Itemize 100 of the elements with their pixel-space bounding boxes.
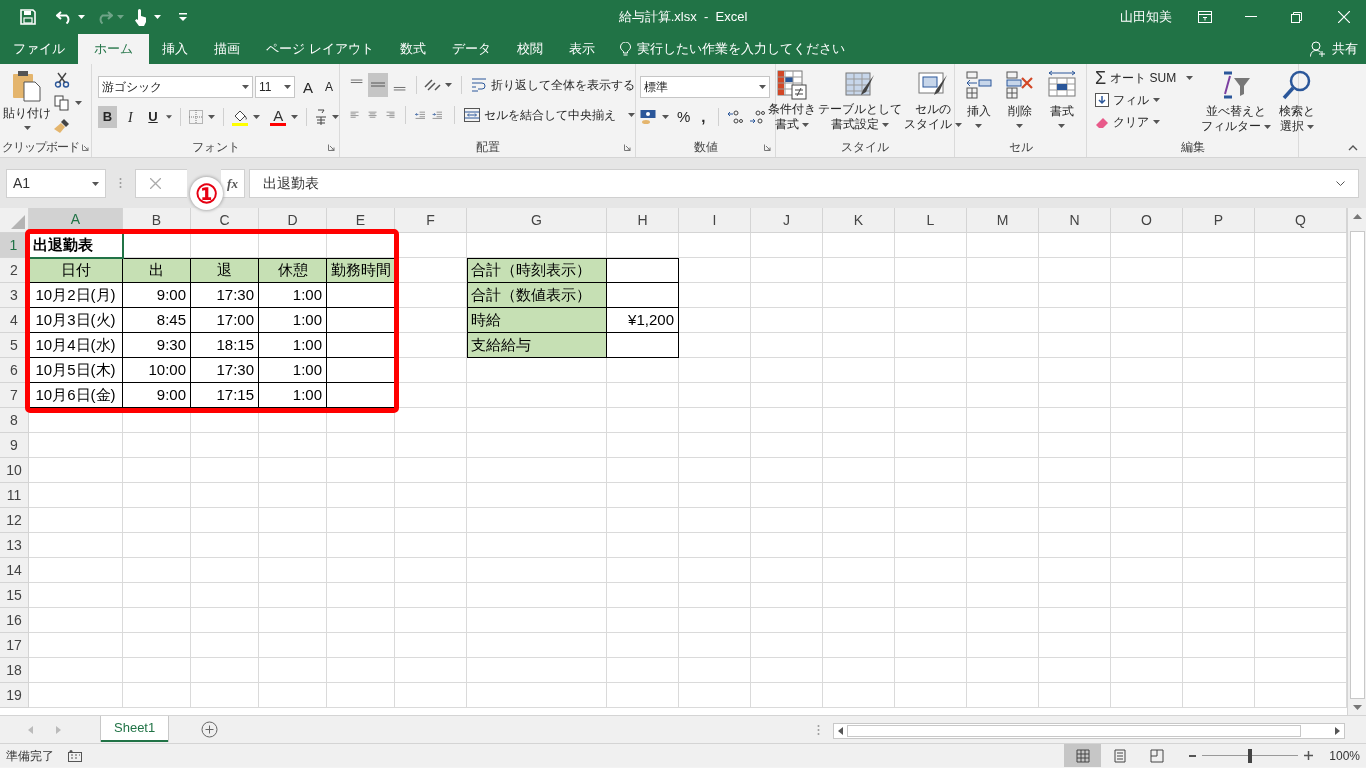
row-header[interactable]: 17 <box>0 633 29 658</box>
wrap-text-button[interactable]: 折り返して全体を表示する <box>471 76 635 94</box>
table-cell[interactable]: ¥1,200 <box>607 308 679 333</box>
user-name[interactable]: 山田知美 <box>1120 7 1172 27</box>
dialog-launcher-icon[interactable] <box>624 143 631 151</box>
scroll-right-icon[interactable] <box>1335 727 1341 735</box>
ribbon-display-options-icon[interactable] <box>1198 11 1212 23</box>
delete-cells-button[interactable]: 削除 <box>1004 70 1035 137</box>
column-header[interactable]: F <box>395 208 467 233</box>
horizontal-scrollbar[interactable] <box>833 723 1346 739</box>
column-header[interactable]: N <box>1039 208 1111 233</box>
header-cell[interactable]: 退 <box>191 258 259 283</box>
phonetic-guide-button[interactable] <box>315 109 339 125</box>
ribbon-tab[interactable]: 表示 <box>555 34 608 64</box>
comma-style-button[interactable]: , <box>696 106 711 129</box>
paste-button[interactable]: 貼り付け <box>4 70 50 137</box>
column-header[interactable]: I <box>679 208 751 233</box>
column-header[interactable]: G <box>467 208 607 233</box>
borders-button[interactable] <box>189 110 216 124</box>
accounting-format-button[interactable] <box>640 109 669 126</box>
tell-me-field[interactable]: 実行したい作業を入力してください <box>636 39 917 59</box>
macro-record-icon[interactable] <box>68 749 82 762</box>
table-cell[interactable]: 1:00 <box>259 383 327 408</box>
fill-button[interactable]: フィル <box>1095 90 1194 110</box>
column-header[interactable]: P <box>1183 208 1255 233</box>
table-cell[interactable]: 10月6日(金) <box>29 383 123 408</box>
previous-sheet-icon[interactable] <box>28 726 33 734</box>
increase-decimal-icon[interactable] <box>727 109 744 126</box>
find-select-button[interactable]: 検索と 選択 <box>1279 70 1316 137</box>
dialog-launcher-icon[interactable] <box>328 143 335 151</box>
ribbon-tab[interactable]: 描画 <box>201 34 253 64</box>
header-cell[interactable]: 勤務時間 <box>327 258 395 283</box>
table-cell[interactable]: 9:30 <box>123 333 191 358</box>
orientation-button[interactable] <box>423 77 453 93</box>
scroll-down-icon[interactable] <box>1352 705 1362 710</box>
table-cell[interactable]: 9:00 <box>123 283 191 308</box>
minimize-icon[interactable] <box>1245 16 1257 18</box>
ribbon-tab[interactable]: データ <box>438 34 504 64</box>
name-box[interactable]: A1 <box>6 169 106 198</box>
row-header[interactable]: 12 <box>0 508 29 533</box>
column-header[interactable]: O <box>1111 208 1183 233</box>
table-cell[interactable]: 17:15 <box>191 383 259 408</box>
column-header[interactable]: K <box>823 208 895 233</box>
font-size-field[interactable]: 11 <box>255 76 295 98</box>
table-cell[interactable]: 9:00 <box>123 383 191 408</box>
merge-center-button[interactable]: セルを結合して中央揃え <box>463 106 635 124</box>
header-cell[interactable]: 合計（数値表示） <box>467 283 607 308</box>
grow-font-button[interactable]: A <box>303 79 317 95</box>
share-button[interactable]: 共有 <box>1310 34 1358 64</box>
ribbon-tab[interactable]: ホーム <box>78 34 149 64</box>
header-cell[interactable]: 支給給与 <box>467 333 607 358</box>
cell-styles-button[interactable]: セルの スタイル <box>903 70 963 137</box>
new-sheet-icon[interactable] <box>201 721 219 738</box>
row-header[interactable]: 10 <box>0 458 29 483</box>
header-cell[interactable]: 合計（時刻表示） <box>467 258 607 283</box>
clear-button[interactable]: クリア <box>1095 112 1194 132</box>
column-header[interactable]: Q <box>1255 208 1347 233</box>
ribbon-tab[interactable]: ページ レイアウト <box>253 34 387 64</box>
table-cell[interactable]: 1:00 <box>259 283 327 308</box>
conditional-formatting-button[interactable]: 条件付き 書式 <box>767 70 817 137</box>
underline-button[interactable]: U <box>143 106 163 128</box>
row-header[interactable]: 19 <box>0 683 29 708</box>
table-cell[interactable]: 10月3日(火) <box>29 308 123 333</box>
ribbon-tab[interactable]: ファイル <box>0 34 78 64</box>
fill-color-button[interactable] <box>232 108 261 126</box>
zoom-out-icon[interactable] <box>1189 754 1197 757</box>
close-icon[interactable] <box>1338 11 1350 23</box>
table-cell[interactable]: 17:00 <box>191 308 259 333</box>
format-painter-icon[interactable] <box>54 118 70 134</box>
percent-style-button[interactable]: % <box>677 106 691 129</box>
row-header[interactable]: 15 <box>0 583 29 608</box>
autosum-button[interactable]: Σ オート SUM <box>1095 68 1194 88</box>
ribbon-tab[interactable]: 挿入 <box>149 34 201 64</box>
column-header[interactable]: M <box>967 208 1039 233</box>
insert-function-button[interactable]: fx <box>221 169 245 198</box>
customize-toolbar-icon[interactable] <box>179 13 187 21</box>
row-header[interactable]: 18 <box>0 658 29 683</box>
formula-field[interactable]: 出退勤表 <box>249 169 1359 198</box>
row-header[interactable]: 8 <box>0 408 29 433</box>
header-cell[interactable]: 時給 <box>467 308 607 333</box>
column-header[interactable]: L <box>895 208 967 233</box>
bold-button[interactable]: B <box>98 106 117 128</box>
scroll-left-icon[interactable] <box>838 727 844 735</box>
zoom-slider[interactable] <box>1202 748 1299 763</box>
dialog-launcher-icon[interactable] <box>764 143 771 151</box>
undo-button[interactable] <box>56 10 85 24</box>
table-cell[interactable]: 17:30 <box>191 283 259 308</box>
restore-icon[interactable] <box>1291 11 1302 23</box>
sort-filter-button[interactable]: 並べ替えと フィルター <box>1201 70 1272 137</box>
save-icon[interactable] <box>20 9 36 25</box>
sheet-title[interactable]: 出退勤表 <box>29 233 123 258</box>
sheet-tab[interactable]: Sheet1 <box>101 716 169 742</box>
table-cell[interactable]: 10月2日(月) <box>29 283 123 308</box>
caret-icon[interactable] <box>166 115 173 119</box>
table-cell[interactable]: 10月5日(木) <box>29 358 123 383</box>
expand-formula-icon[interactable] <box>1336 181 1345 186</box>
column-header[interactable]: H <box>607 208 679 233</box>
format-cells-button[interactable]: 書式 <box>1046 70 1077 137</box>
middle-align-button[interactable] <box>368 73 389 97</box>
header-cell[interactable]: 日付 <box>29 258 123 283</box>
